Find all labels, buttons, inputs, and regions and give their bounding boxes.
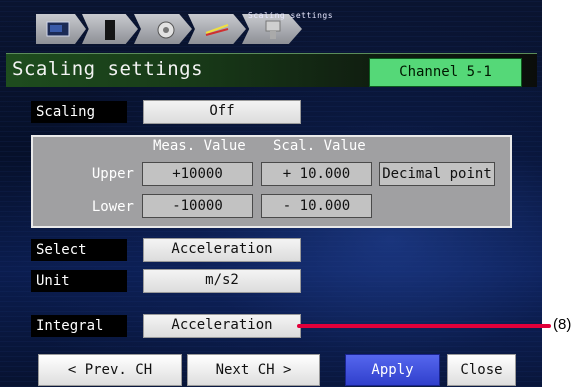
lower-meas-value-field[interactable]: -10000 xyxy=(142,194,253,218)
callout-line xyxy=(297,324,551,328)
upper-meas-value-field[interactable]: +10000 xyxy=(142,162,253,186)
gear-icon xyxy=(157,21,175,39)
unit-label: Unit xyxy=(31,270,127,292)
nav-step-monitor[interactable] xyxy=(36,14,86,44)
title-bar: Scaling settings Channel 5-1 xyxy=(6,53,537,87)
page-title: Scaling settings xyxy=(12,58,204,80)
scaling-values-panel: Meas. Value Scal. Value Upper +10000 + 1… xyxy=(31,135,512,228)
apply-button[interactable]: Apply xyxy=(345,354,440,386)
nav-step-sensor[interactable] xyxy=(188,14,246,44)
scaling-toggle-button[interactable]: Off xyxy=(143,100,301,124)
nav-step-module[interactable] xyxy=(82,14,138,44)
wizard-step-bar: Scaling settings xyxy=(10,10,532,46)
upper-scal-value-field[interactable]: + 10.000 xyxy=(261,162,372,186)
decimal-point-button[interactable]: Decimal point xyxy=(379,162,495,186)
close-button[interactable]: Close xyxy=(447,354,516,386)
nav-caption: Scaling settings xyxy=(248,11,334,20)
module-icon xyxy=(105,20,115,40)
integral-label: Integral xyxy=(31,315,127,337)
callout-label: (8) xyxy=(553,316,572,333)
input-terminal-icon xyxy=(265,20,281,39)
nav-step-settings[interactable] xyxy=(134,14,192,44)
monitor-icon xyxy=(46,21,70,37)
wrench-icon xyxy=(205,24,229,36)
next-channel-button[interactable]: Next CH > xyxy=(187,354,320,386)
channel-indicator[interactable]: Channel 5-1 xyxy=(369,58,522,87)
select-dropdown-button[interactable]: Acceleration xyxy=(143,238,301,262)
upper-row-label: Upper xyxy=(91,166,134,182)
scaling-label: Scaling xyxy=(31,101,127,123)
lower-scal-value-field[interactable]: - 10.000 xyxy=(261,194,372,218)
device-screen: Scaling settings Scaling settings Channe… xyxy=(0,0,542,387)
meas-value-header: Meas. Value xyxy=(153,138,246,154)
select-label: Select xyxy=(31,239,127,261)
scal-value-header: Scal. Value xyxy=(273,138,366,154)
lower-row-label: Lower xyxy=(91,199,134,215)
prev-channel-button[interactable]: < Prev. CH xyxy=(38,354,182,386)
unit-field[interactable]: m/s2 xyxy=(143,269,301,293)
integral-dropdown-button[interactable]: Acceleration xyxy=(143,314,301,338)
